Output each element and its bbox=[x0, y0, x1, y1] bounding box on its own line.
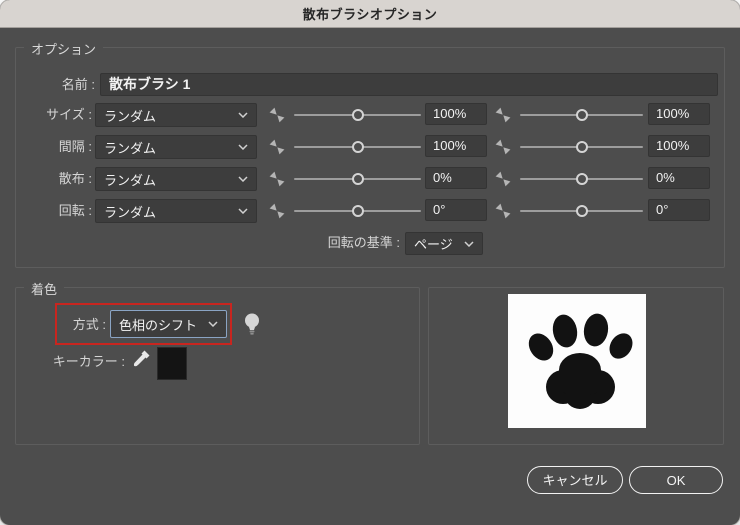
scatter-brush-options-dialog: 散布ブラシオプション オプション 名前 : 散布ブラシ 1 サイズ : ランダム… bbox=[0, 0, 740, 525]
slider-adjust-icon bbox=[494, 170, 512, 188]
chevron-down-icon bbox=[208, 321, 218, 327]
slider-adjust-icon bbox=[494, 138, 512, 156]
size-slider-handle[interactable] bbox=[351, 109, 364, 121]
rotation-mode-dropdown[interactable]: ランダム bbox=[95, 199, 257, 223]
scatter-slider-handle[interactable] bbox=[351, 173, 364, 185]
slider-adjust-icon bbox=[494, 106, 512, 124]
rotation-basis-label: 回転の基準 : bbox=[327, 235, 400, 250]
preview-panel bbox=[428, 287, 724, 445]
spacing-variation-value-input[interactable]: 100% bbox=[648, 135, 710, 157]
ok-button[interactable]: OK bbox=[629, 466, 723, 494]
scatter-variation-slider-handle[interactable] bbox=[575, 173, 588, 185]
slider-adjust-icon bbox=[268, 138, 286, 156]
chevron-down-icon bbox=[464, 240, 474, 247]
scatter-variation-value-input[interactable]: 0% bbox=[648, 167, 710, 189]
chevron-down-icon bbox=[238, 144, 248, 150]
spacing-slider-handle[interactable] bbox=[351, 141, 364, 153]
name-label: 名前 : bbox=[61, 77, 95, 92]
colorization-group-legend: 着色 bbox=[24, 279, 65, 298]
rotation-slider-track[interactable] bbox=[294, 205, 421, 217]
size-value-input[interactable]: 100% bbox=[425, 103, 487, 125]
dialog-title-bar[interactable]: 散布ブラシオプション bbox=[0, 0, 740, 28]
slider-adjust-icon bbox=[268, 202, 286, 220]
size-row: サイズ : ランダム 100% 100% bbox=[0, 103, 740, 128]
spacing-row: 間隔 : ランダム 100% 100% bbox=[0, 135, 740, 160]
slider-adjust-icon bbox=[268, 106, 286, 124]
slider-adjust-icon bbox=[494, 202, 512, 220]
key-color-label: キーカラー : bbox=[52, 354, 125, 369]
scatter-variation-slider-track[interactable] bbox=[520, 173, 643, 185]
rotation-label: 回転 : bbox=[58, 203, 92, 218]
scatter-row: 散布 : ランダム 0% 0% bbox=[0, 167, 740, 192]
rotation-variation-slider-track[interactable] bbox=[520, 205, 643, 217]
spacing-variation-slider-track[interactable] bbox=[520, 141, 643, 153]
spacing-value-input[interactable]: 100% bbox=[425, 135, 487, 157]
rotation-variation-slider-handle[interactable] bbox=[575, 205, 588, 217]
spacing-mode-dropdown[interactable]: ランダム bbox=[95, 135, 257, 159]
brush-preview-canvas bbox=[508, 294, 646, 428]
size-slider-track[interactable] bbox=[294, 109, 421, 121]
paw-print-icon bbox=[528, 313, 633, 409]
spacing-slider-track[interactable] bbox=[294, 141, 421, 153]
rotation-variation-value-input[interactable]: 0° bbox=[648, 199, 710, 221]
rotation-value-input[interactable]: 0° bbox=[425, 199, 487, 221]
dialog-title: 散布ブラシオプション bbox=[302, 7, 438, 22]
brush-name-input[interactable]: 散布ブラシ 1 bbox=[100, 73, 718, 96]
rotation-row: 回転 : ランダム 0° 0° bbox=[0, 199, 740, 224]
rotation-basis-row: 回転の基準 : ページ bbox=[0, 232, 740, 255]
chevron-down-icon bbox=[238, 208, 248, 214]
scatter-value-input[interactable]: 0% bbox=[425, 167, 487, 189]
screenshot-stage: 散布ブラシオプション オプション 名前 : 散布ブラシ 1 サイズ : ランダム… bbox=[0, 0, 740, 525]
size-mode-dropdown[interactable]: ランダム bbox=[95, 103, 257, 127]
key-color-swatch[interactable] bbox=[157, 347, 187, 380]
eyedropper-icon[interactable] bbox=[131, 349, 151, 374]
scatter-slider-track[interactable] bbox=[294, 173, 421, 185]
options-group-legend: オプション bbox=[24, 39, 104, 58]
rotation-basis-dropdown[interactable]: ページ bbox=[405, 232, 483, 255]
size-variation-slider-track[interactable] bbox=[520, 109, 643, 121]
cancel-button[interactable]: キャンセル bbox=[527, 466, 623, 494]
scatter-label: 散布 : bbox=[58, 171, 92, 186]
size-variation-value-input[interactable]: 100% bbox=[648, 103, 710, 125]
chevron-down-icon bbox=[238, 176, 248, 182]
lightbulb-icon[interactable] bbox=[244, 312, 260, 342]
scatter-mode-dropdown[interactable]: ランダム bbox=[95, 167, 257, 191]
slider-adjust-icon bbox=[268, 170, 286, 188]
spacing-variation-slider-handle[interactable] bbox=[575, 141, 588, 153]
size-variation-slider-handle[interactable] bbox=[575, 109, 588, 121]
size-label: サイズ : bbox=[46, 107, 92, 122]
rotation-slider-handle[interactable] bbox=[351, 205, 364, 217]
chevron-down-icon bbox=[238, 112, 248, 118]
colorization-method-dropdown[interactable]: 色相のシフト bbox=[110, 310, 227, 338]
spacing-label: 間隔 : bbox=[58, 139, 92, 154]
method-label: 方式 : bbox=[72, 317, 106, 332]
